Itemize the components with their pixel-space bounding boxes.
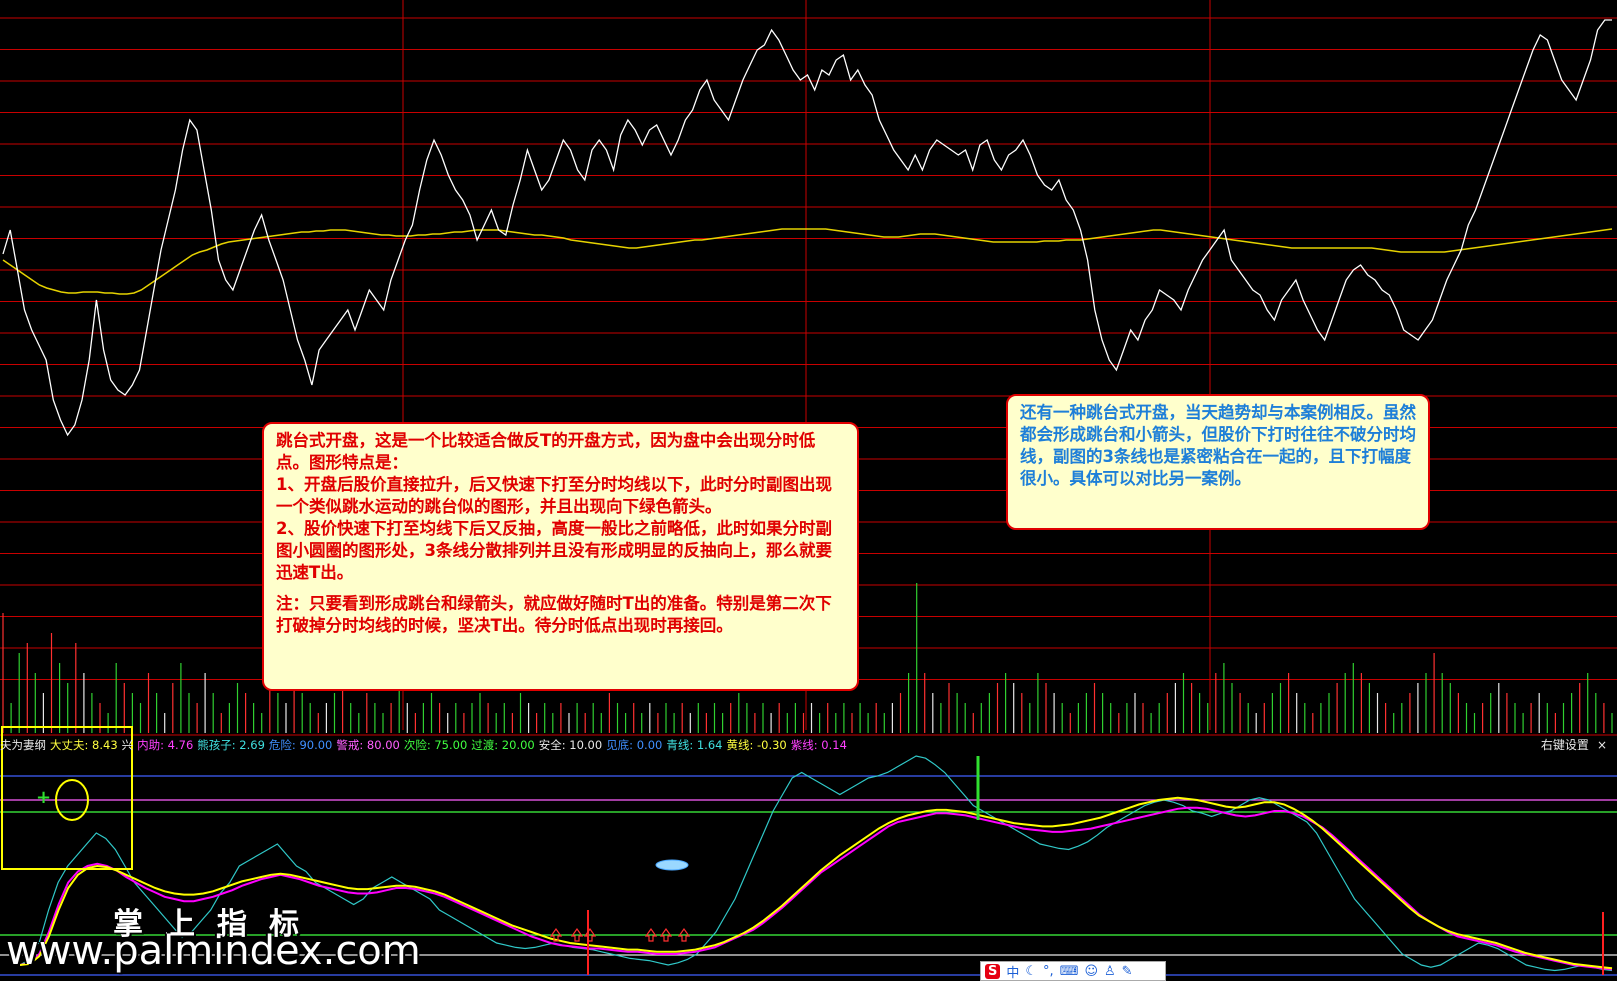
keyboard-icon[interactable]: ⌨ (1060, 964, 1079, 979)
sogou-logo-icon[interactable]: S (985, 963, 1001, 979)
ime-toolbar[interactable]: S 中 ☾ °, ⌨ ☺ ♙ ✎ (980, 961, 1166, 981)
wrench-icon[interactable]: ✎ (1122, 964, 1133, 979)
indicator-item: 警戒: 80.00 (336, 738, 400, 752)
note-left-p1: 跳台式开盘，这是一个比较适合做反T的开盘方式，因为盘中会出现分时低点。图形特点是… (276, 431, 816, 472)
price-line (2, 19, 1612, 437)
user-icon[interactable]: ☺ (1084, 964, 1098, 979)
close-icon[interactable]: × (1597, 738, 1607, 752)
green-cross-marker: + (36, 787, 51, 808)
indicator-item: 青线: 1.64 (666, 738, 723, 752)
note-left-p4: 注：只要看到形成跳台和绿箭头，就应做好随时T出的准备。特别是第二次下打破掉分时均… (276, 594, 832, 635)
indicator-item: 熊孩子: 2.69 (197, 738, 265, 752)
right-click-settings[interactable]: 右键设置 × (1541, 737, 1607, 753)
ime-mode[interactable]: 中 (1006, 962, 1019, 981)
indicator-item: 夫为妻纲 (0, 738, 46, 752)
watermark-url: www.palmindex.com (6, 928, 421, 974)
indicator-item: 过渡: 20.00 (471, 738, 535, 752)
indicator-item: 危险: 90.00 (268, 738, 333, 752)
indicator-item: 见底: 0.00 (606, 738, 663, 752)
settings-label[interactable]: 右键设置 (1541, 738, 1589, 752)
annotation-right: 还有一种跳台式开盘，当天趋势却与本案例相反。虽然都会形成跳台和小箭头，但股价下打… (1006, 394, 1430, 530)
diver-icon (655, 859, 689, 871)
moon-icon[interactable]: ☾ (1025, 964, 1037, 979)
indicator-item: 黄线: -0.30 (726, 738, 787, 752)
annotation-left: 跳台式开盘，这是一个比较适合做反T的开盘方式，因为盘中会出现分时低点。图形特点是… (262, 422, 859, 691)
shirt-icon[interactable]: ♙ (1104, 964, 1116, 979)
indicator-item: 内助: 4.76 (137, 738, 194, 752)
indicator-item: 紫线: 0.14 (790, 738, 847, 752)
indicator-item: 大丈夫: 8.43 (50, 738, 118, 752)
punct-icon[interactable]: °, (1043, 964, 1054, 979)
indicator-bar: 夫为妻纲 大丈夫: 8.43 兴内助: 4.76 熊孩子: 2.69 危险: 90.00… (0, 737, 1617, 753)
indicator-item: 兴 (121, 738, 134, 752)
note-left-p2: 1、开盘后股价直接拉升，后又快速下打至分时均线以下，此时分时副图出现一个类似跳水… (276, 475, 832, 516)
indicator-item: 安全: 10.00 (538, 738, 603, 752)
note-right-p1: 还有一种跳台式开盘，当天趋势却与本案例相反。虽然都会形成跳台和小箭头，但股价下打… (1020, 403, 1416, 488)
indicator-item: 次险: 75.00 (403, 738, 468, 752)
note-left-p3: 2、股价快速下打至均线下后又反抽，高度一般比之前略低，此时如果分时副图小圆圈的图… (276, 519, 832, 582)
